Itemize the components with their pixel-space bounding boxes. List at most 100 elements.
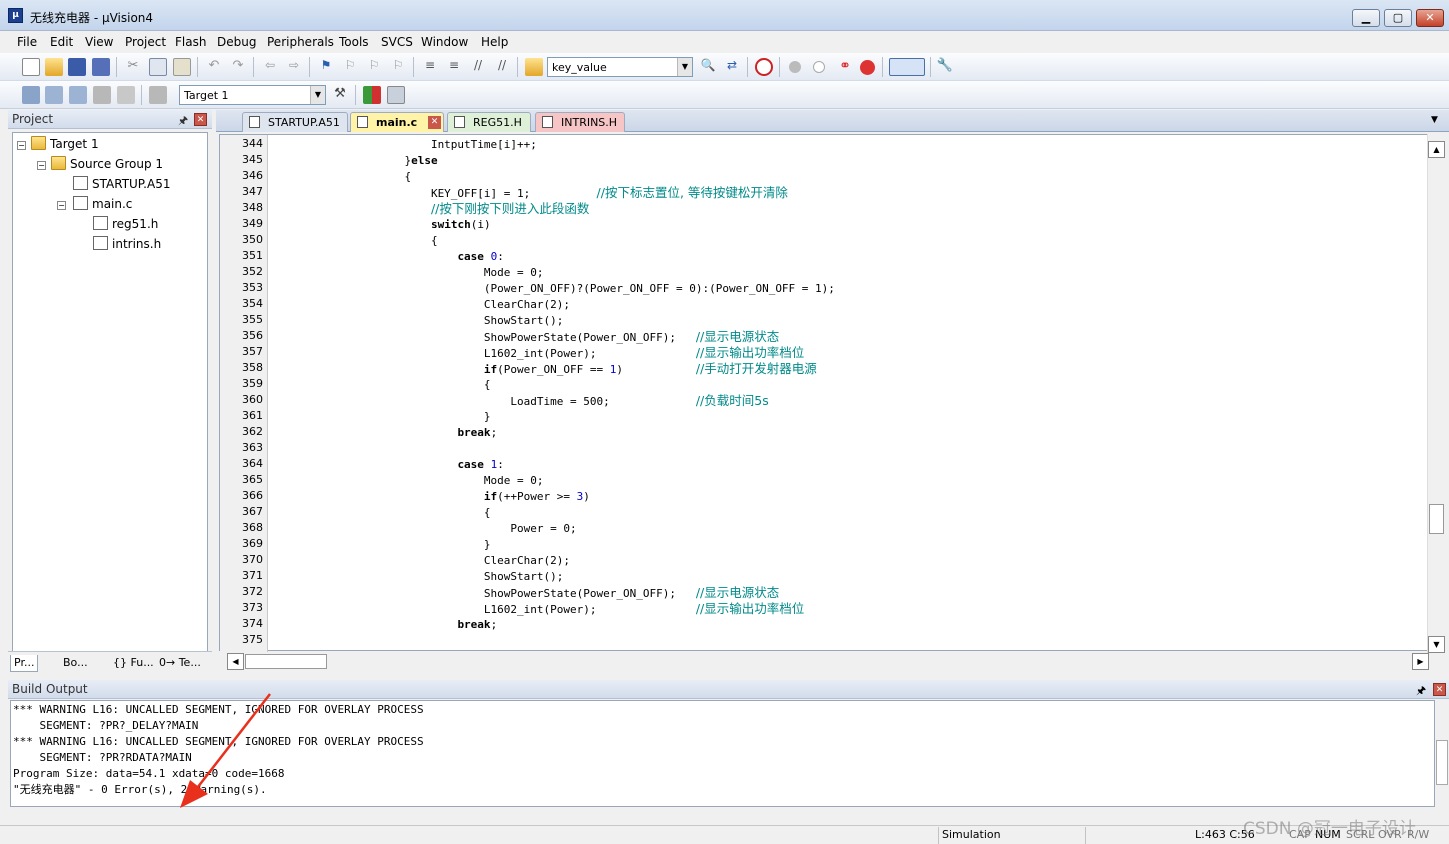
uncomment-icon[interactable]: // (493, 58, 511, 76)
breakpoint-enable-icon[interactable] (813, 61, 825, 73)
new-file-icon[interactable] (22, 58, 40, 76)
pin-icon[interactable]: 🖈 (1416, 682, 1426, 701)
prev-bookmark-icon[interactable]: ⚐ (341, 58, 359, 76)
tab-list-icon[interactable]: ▼ (1431, 115, 1438, 125)
code-line: { (272, 505, 491, 521)
comment-icon[interactable]: // (469, 58, 487, 76)
chevron-down-icon[interactable]: ▼ (677, 58, 692, 76)
line-number: 354 (242, 297, 263, 310)
translate-icon[interactable] (22, 86, 40, 104)
breakpoint-insert-icon[interactable] (789, 61, 801, 73)
code-editor[interactable]: 344 345 346 347 348 349 350 351 352 353 354 355 356 3… (219, 134, 1439, 652)
code-text[interactable]: IntputTime[i]++; }else { KEY_OFF[i] = 1;… (272, 135, 1422, 652)
scroll-thumb[interactable] (1429, 504, 1444, 534)
bookmark-icon[interactable]: ⚑ (317, 58, 335, 76)
close-button[interactable]: ✕ (1416, 9, 1444, 27)
horizontal-scrollbar[interactable]: ◀ ▶ (227, 653, 1429, 670)
undo-icon[interactable]: ↶ (205, 58, 223, 76)
scroll-down-icon[interactable]: ▼ (1428, 636, 1445, 653)
collapse-icon[interactable]: − (37, 161, 46, 170)
tab-startup-a51[interactable]: STARTUP.A51 (242, 112, 348, 132)
menu-peripherals[interactable]: Peripherals (267, 35, 334, 49)
pin-icon[interactable]: 🖈 (178, 112, 188, 131)
manage-components-icon[interactable] (363, 86, 381, 104)
build-scrollbar[interactable] (1435, 700, 1449, 807)
minimize-button[interactable]: ▁ (1352, 9, 1380, 27)
find-in-files-icon[interactable] (525, 58, 543, 76)
paste-icon[interactable] (173, 58, 191, 76)
save-icon[interactable] (68, 58, 86, 76)
scroll-thumb[interactable] (1436, 740, 1448, 785)
tree-file-startup[interactable]: STARTUP.A51 (73, 176, 170, 196)
nav-forward-icon[interactable]: ⇨ (285, 58, 303, 76)
replace-icon[interactable]: ⇄ (723, 58, 741, 76)
collapse-icon[interactable]: − (17, 141, 26, 150)
indent-icon[interactable]: ≡ (421, 58, 439, 76)
menu-edit[interactable]: Edit (50, 35, 73, 49)
debug-start-icon[interactable] (755, 58, 773, 76)
status-mode: Simulation (942, 828, 1001, 841)
multi-project-icon[interactable] (387, 86, 405, 104)
header-file-icon (93, 216, 108, 230)
save-all-icon[interactable] (92, 58, 110, 76)
code-segment: L1602_int(Power); (272, 347, 696, 360)
breakpoint-kill-icon[interactable] (860, 60, 875, 75)
tree-target[interactable]: Target 1 (31, 136, 99, 156)
close-icon[interactable]: ✕ (428, 116, 441, 129)
menu-file[interactable]: File (17, 35, 37, 49)
redo-icon[interactable]: ↷ (229, 58, 247, 76)
nav-back-icon[interactable]: ⇦ (261, 58, 279, 76)
find-icon[interactable]: 🔍 (699, 58, 717, 76)
batch-build-icon[interactable] (93, 86, 111, 104)
vertical-scrollbar[interactable]: ▲ ▼ (1427, 134, 1445, 653)
chevron-down-icon[interactable]: ▼ (310, 86, 325, 104)
copy-icon[interactable] (149, 58, 167, 76)
menu-tools[interactable]: Tools (339, 35, 369, 49)
header-file-icon (93, 236, 108, 250)
menu-help[interactable]: Help (481, 35, 508, 49)
target-options-icon[interactable]: ⚒ (331, 86, 349, 104)
tab-templates[interactable]: 0→ Te... (156, 655, 204, 672)
scroll-left-icon[interactable]: ◀ (227, 653, 244, 670)
menu-svcs[interactable]: SVCS (381, 35, 413, 49)
menu-debug[interactable]: Debug (217, 35, 256, 49)
line-number: 371 (242, 569, 263, 582)
tab-books[interactable]: Bo... (60, 655, 91, 672)
tree-source-group[interactable]: Source Group 1 (51, 156, 163, 176)
download-icon[interactable] (149, 86, 167, 104)
scroll-right-icon[interactable]: ▶ (1412, 653, 1429, 670)
rebuild-icon[interactable] (69, 86, 87, 104)
find-combo[interactable]: key_value ▼ (547, 57, 693, 77)
next-bookmark-icon[interactable]: ⚐ (365, 58, 383, 76)
window-select-icon[interactable] (889, 58, 925, 76)
tree-target-label: Target 1 (50, 137, 99, 151)
tab-project[interactable]: Pr... (10, 655, 39, 672)
breakpoint-disable-icon[interactable]: ⚭ (836, 58, 854, 76)
stop-build-icon[interactable] (117, 86, 135, 104)
menu-view[interactable]: View (85, 35, 113, 49)
tree-include-intrins[interactable]: intrins.h (93, 236, 161, 256)
maximize-button[interactable]: ▢ (1384, 9, 1412, 27)
scroll-thumb[interactable] (245, 654, 327, 669)
close-icon[interactable]: ✕ (1433, 683, 1446, 696)
tab-intrins-h[interactable]: INTRINS.H (535, 112, 625, 132)
tab-reg51-h[interactable]: REG51.H (447, 112, 531, 132)
menu-project[interactable]: Project (125, 35, 166, 49)
scroll-up-icon[interactable]: ▲ (1428, 141, 1445, 158)
menu-flash[interactable]: Flash (175, 35, 206, 49)
tab-functions[interactable]: {} Fu... (110, 655, 157, 672)
target-select[interactable]: Target 1 ▼ (179, 85, 326, 105)
cut-icon[interactable]: ✂ (124, 58, 142, 76)
collapse-icon[interactable]: − (57, 201, 66, 210)
tree-include-reg51[interactable]: reg51.h (93, 216, 158, 236)
status-bar: Simulation L:463 C:56 CAP NUM SCRL OVR R… (0, 819, 1449, 844)
wrench-icon[interactable]: 🔧 (936, 58, 954, 76)
menu-window[interactable]: Window (421, 35, 468, 49)
unindent-icon[interactable]: ≡ (445, 58, 463, 76)
open-folder-icon[interactable] (45, 58, 63, 76)
tree-file-main[interactable]: main.c (73, 196, 132, 216)
build-icon[interactable] (45, 86, 63, 104)
clear-bookmarks-icon[interactable]: ⚐ (389, 58, 407, 76)
tab-main-c[interactable]: main.c ✕ (350, 112, 444, 132)
close-icon[interactable]: ✕ (194, 113, 207, 126)
